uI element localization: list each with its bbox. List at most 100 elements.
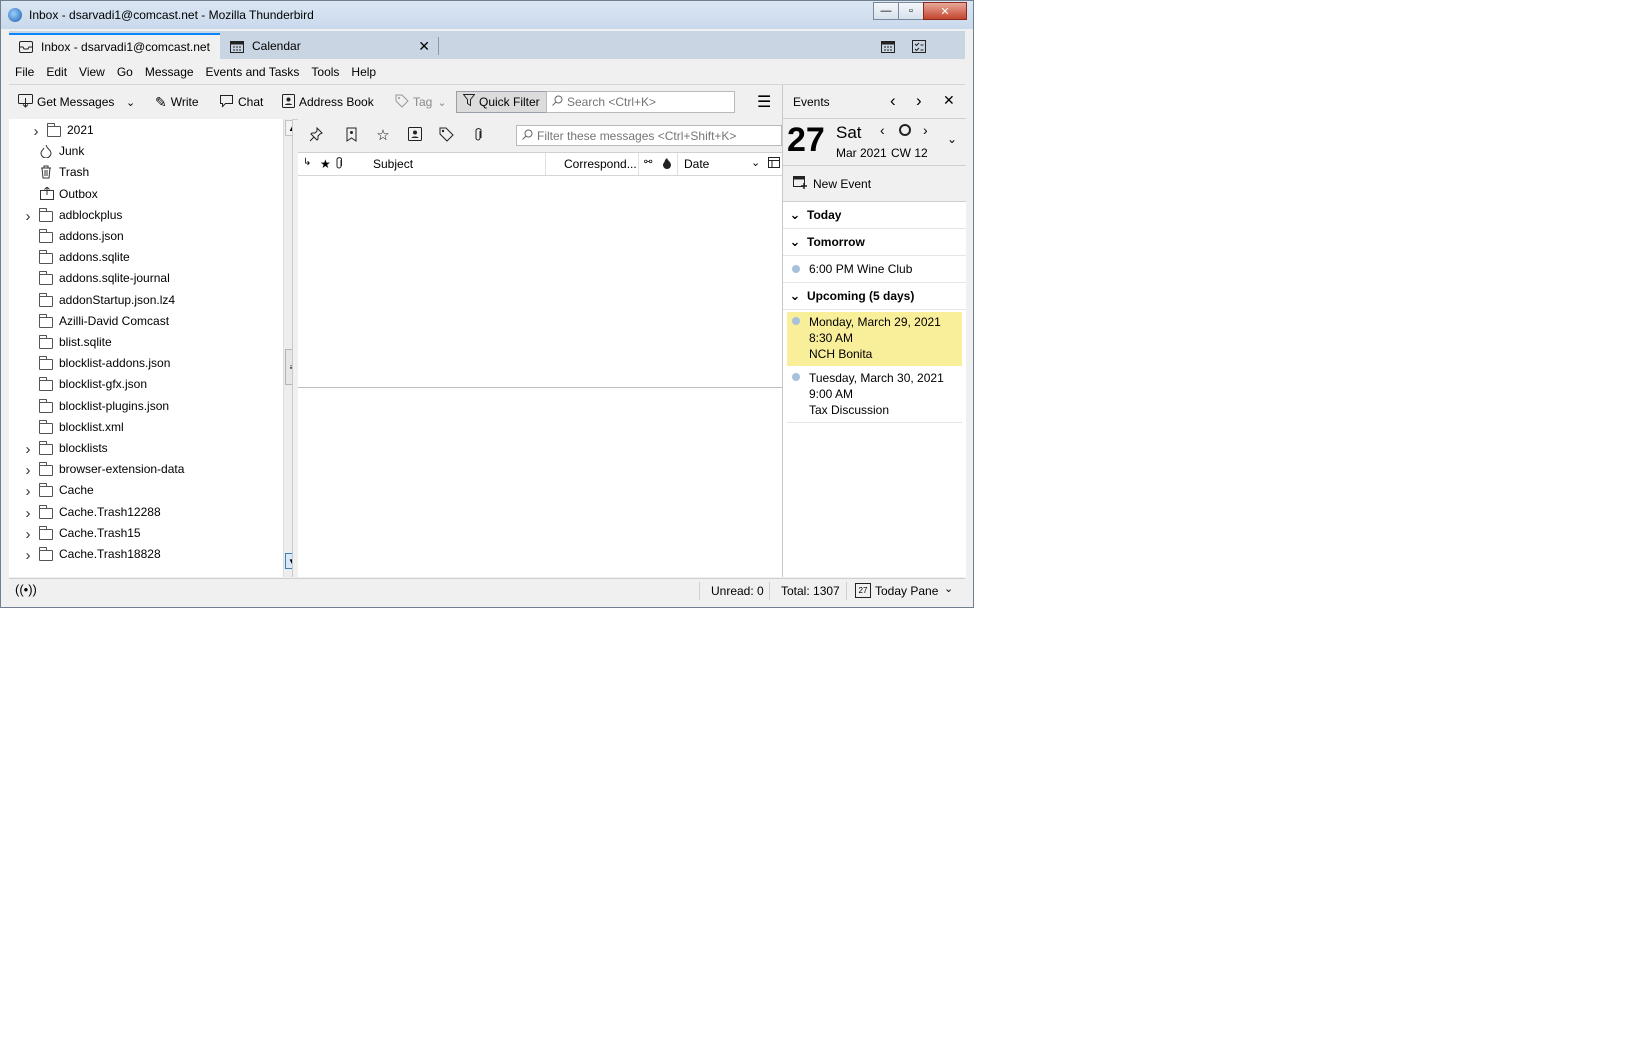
folder-item[interactable]: › Cache: [9, 480, 281, 501]
get-messages-button[interactable]: Get Messages: [18, 91, 114, 113]
tag-icon: [395, 94, 409, 111]
folder-item[interactable]: › Cache.Trash12288: [9, 502, 281, 523]
menu-help[interactable]: Help: [345, 65, 382, 79]
folder-item[interactable]: › Cache.Trash15: [9, 523, 281, 544]
folder-item[interactable]: addons.json: [9, 226, 281, 247]
folder-item[interactable]: › browser-extension-data: [9, 459, 281, 480]
message-preview-splitter[interactable]: [298, 387, 782, 388]
section-upcoming[interactable]: ⌄ Upcoming (5 days): [783, 283, 966, 310]
junk-status-column-icon[interactable]: [662, 157, 672, 172]
date-column-header[interactable]: Date: [684, 157, 709, 171]
event-dot-icon: [792, 265, 800, 273]
folder-item[interactable]: blocklist-gfx.json: [9, 374, 281, 395]
contact-filter-icon[interactable]: [405, 127, 425, 145]
expand-chevron-right-icon[interactable]: ›: [23, 441, 33, 458]
close-today-pane-icon[interactable]: ✕: [943, 92, 955, 109]
folder-item[interactable]: addonStartup.json.lz4: [9, 290, 281, 311]
folder-item[interactable]: Trash: [9, 162, 281, 183]
expand-chevron-right-icon[interactable]: ›: [23, 526, 33, 543]
section-today[interactable]: ⌄ Today: [783, 202, 966, 229]
previous-day-arrow-icon[interactable]: ‹: [880, 122, 885, 138]
scrollbar-thumb[interactable]: ≡: [285, 349, 292, 385]
scroll-down-arrow-icon[interactable]: ▼: [285, 553, 292, 569]
folder-item[interactable]: › adblockplus: [9, 205, 281, 226]
scroll-up-arrow-icon[interactable]: ▲: [285, 120, 292, 136]
previous-view-arrow-icon[interactable]: ‹: [890, 91, 896, 111]
address-book-icon: [281, 93, 295, 111]
tag-button[interactable]: Tag ⌄: [395, 91, 447, 113]
new-event-button[interactable]: New Event: [783, 166, 966, 202]
minimize-button[interactable]: —: [873, 2, 899, 20]
section-tomorrow[interactable]: ⌄ Tomorrow: [783, 229, 966, 256]
subject-column-header[interactable]: Subject: [373, 157, 413, 171]
write-button[interactable]: ✎ Write: [155, 91, 199, 113]
folder-item[interactable]: blocklist-addons.json: [9, 353, 281, 374]
tomorrow-event-item[interactable]: 6:00 PM Wine Club: [783, 256, 966, 283]
unread-filter-icon[interactable]: [341, 127, 361, 145]
folder-item[interactable]: › 2021: [9, 120, 281, 141]
today-pane-chevron-down-icon[interactable]: ⌄: [944, 582, 953, 595]
expand-chevron-right-icon[interactable]: ›: [23, 208, 33, 225]
column-divider: [545, 153, 546, 175]
folder-item[interactable]: blocklist-plugins.json: [9, 396, 281, 417]
next-view-arrow-icon[interactable]: ›: [916, 91, 922, 111]
folder-item[interactable]: › Cache.Trash18828: [9, 544, 281, 565]
calendar-tab-icon[interactable]: [880, 39, 896, 55]
tag-filter-icon[interactable]: [436, 127, 456, 145]
search-placeholder: Search <Ctrl+K>: [567, 95, 657, 109]
close-tab-icon[interactable]: ✕: [418, 38, 430, 55]
attachment-column-icon[interactable]: [335, 157, 344, 173]
folder-item[interactable]: addons.sqlite: [9, 247, 281, 268]
folder-item[interactable]: Azilli-David Comcast: [9, 311, 281, 332]
close-window-button[interactable]: ✕: [923, 2, 967, 20]
tasks-tab-icon[interactable]: [911, 39, 927, 55]
expand-chevron-down-icon[interactable]: ⌄: [947, 132, 957, 146]
today-pane-toggle[interactable]: Today Pane: [875, 584, 938, 598]
menu-message[interactable]: Message: [139, 65, 200, 79]
chat-button[interactable]: Chat: [219, 91, 263, 113]
expand-chevron-right-icon[interactable]: ›: [23, 547, 33, 564]
upcoming-event-item[interactable]: Monday, March 29, 2021 8:30 AM NCH Bonit…: [787, 312, 962, 366]
search-input[interactable]: Search <Ctrl+K>: [546, 91, 735, 113]
menu-events-and-tasks[interactable]: Events and Tasks: [200, 65, 306, 79]
expand-chevron-right-icon[interactable]: ›: [23, 505, 33, 522]
quick-filter-button[interactable]: Quick Filter: [456, 91, 547, 113]
folder-item[interactable]: blocklist.xml: [9, 417, 281, 438]
star-icon[interactable]: ☆: [373, 127, 393, 145]
folder-icon: [39, 377, 53, 392]
folder-item[interactable]: › blocklists: [9, 438, 281, 459]
folder-scrollbar[interactable]: ▲ ≡ ▼: [283, 119, 292, 577]
expand-chevron-right-icon[interactable]: ›: [23, 462, 33, 479]
column-picker-icon[interactable]: [768, 157, 780, 171]
filter-messages-input[interactable]: Filter these messages <Ctrl+Shift+K>: [516, 125, 782, 146]
new-event-label: New Event: [813, 176, 872, 191]
menu-view[interactable]: View: [73, 65, 111, 79]
app-menu-button[interactable]: ☰: [757, 91, 771, 113]
menu-edit[interactable]: Edit: [40, 65, 73, 79]
tab-inbox[interactable]: Inbox - dsarvadi1@comcast.net: [9, 33, 220, 59]
menu-tools[interactable]: Tools: [305, 65, 345, 79]
address-book-button[interactable]: Address Book: [281, 91, 374, 113]
online-status-icon[interactable]: ((•)): [15, 582, 37, 597]
read-status-column-icon[interactable]: ⚯: [644, 157, 652, 168]
folder-item[interactable]: Outbox: [9, 184, 281, 205]
upcoming-event-item[interactable]: Tuesday, March 30, 2021 9:00 AM Tax Disc…: [787, 368, 962, 423]
sticky-pin-icon[interactable]: [305, 126, 325, 145]
folder-item[interactable]: addons.sqlite-journal: [9, 268, 281, 289]
expand-chevron-right-icon[interactable]: ›: [23, 483, 33, 500]
maximize-button[interactable]: ▫: [898, 2, 924, 20]
menu-go[interactable]: Go: [111, 65, 139, 79]
correspondents-column-header[interactable]: Correspond...: [564, 157, 637, 171]
tab-calendar[interactable]: Calendar ✕: [220, 33, 438, 59]
menu-file[interactable]: File: [9, 65, 40, 79]
today-circle-icon[interactable]: [899, 124, 911, 136]
starred-column-icon[interactable]: ★: [320, 157, 331, 171]
thread-column-icon[interactable]: ↳: [303, 157, 311, 168]
folder-item[interactable]: Junk: [9, 141, 281, 162]
get-messages-dropdown[interactable]: ⌄: [126, 91, 135, 113]
folder-item[interactable]: blist.sqlite: [9, 332, 281, 353]
thunderbird-window: Inbox - dsarvadi1@comcast.net - Mozilla …: [0, 0, 974, 608]
attachment-filter-icon[interactable]: [468, 127, 488, 145]
next-day-arrow-icon[interactable]: ›: [923, 122, 928, 138]
expand-chevron-right-icon[interactable]: ›: [31, 123, 41, 140]
